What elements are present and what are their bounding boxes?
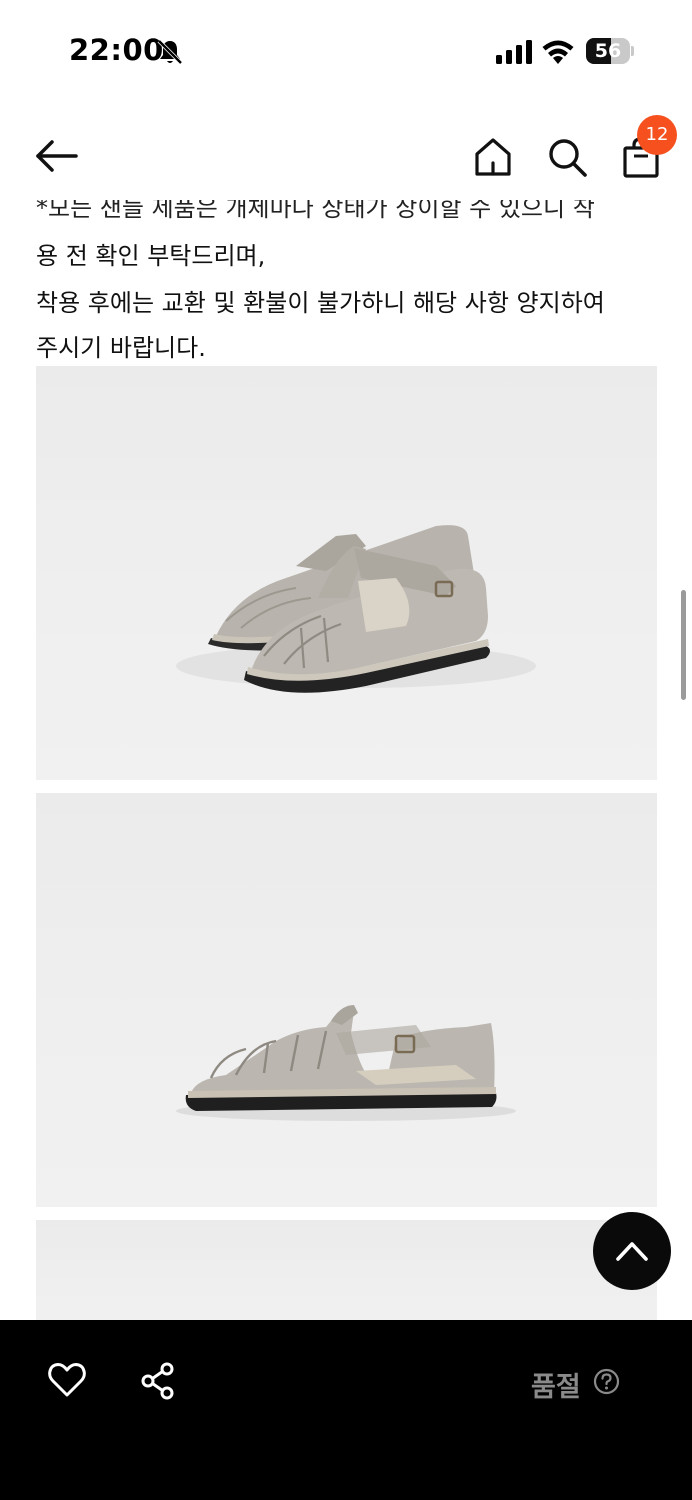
question-circle-icon[interactable]	[593, 1368, 620, 1395]
bottom-action-bar: 품절	[0, 1320, 692, 1500]
description-line: 용 전 확인 부탁드리며,	[36, 242, 266, 270]
status-bar: 22:00 56	[0, 0, 692, 104]
home-icon[interactable]	[473, 136, 513, 178]
back-arrow-icon[interactable]	[30, 136, 80, 176]
scrollbar[interactable]	[681, 590, 686, 700]
description-line-partial: *모든 샌들 제품은 개체마다 상태가 상이할 수 있으니 착	[36, 200, 595, 222]
description-line: 착용 후에는 교환 및 환불이 불가하니 해당 사항 양지하여	[36, 289, 605, 317]
battery-level: 56	[594, 40, 622, 62]
bell-off-icon	[157, 39, 183, 65]
status-time: 22:00	[69, 33, 164, 67]
product-photo	[36, 793, 657, 1207]
scroll-to-top-button[interactable]	[593, 1212, 671, 1290]
description-line: 주시기 바랍니다.	[36, 334, 206, 362]
product-detail-content: *모든 샌들 제품은 개체마다 상태가 상이할 수 있으니 착 용 전 확인 부…	[0, 200, 692, 1320]
share-icon[interactable]	[139, 1362, 177, 1400]
cart-count-badge[interactable]: 12	[637, 115, 677, 155]
product-photo	[36, 366, 657, 780]
chevron-up-icon	[616, 1242, 648, 1261]
sold-out-label: 품절	[531, 1372, 581, 1403]
top-nav-bar	[0, 104, 692, 200]
battery-icon: 56	[586, 38, 634, 64]
signal-icon	[496, 40, 532, 64]
heart-icon[interactable]	[48, 1362, 86, 1398]
search-icon[interactable]	[546, 136, 588, 178]
wifi-icon	[542, 40, 574, 64]
product-photo	[36, 1220, 657, 1320]
